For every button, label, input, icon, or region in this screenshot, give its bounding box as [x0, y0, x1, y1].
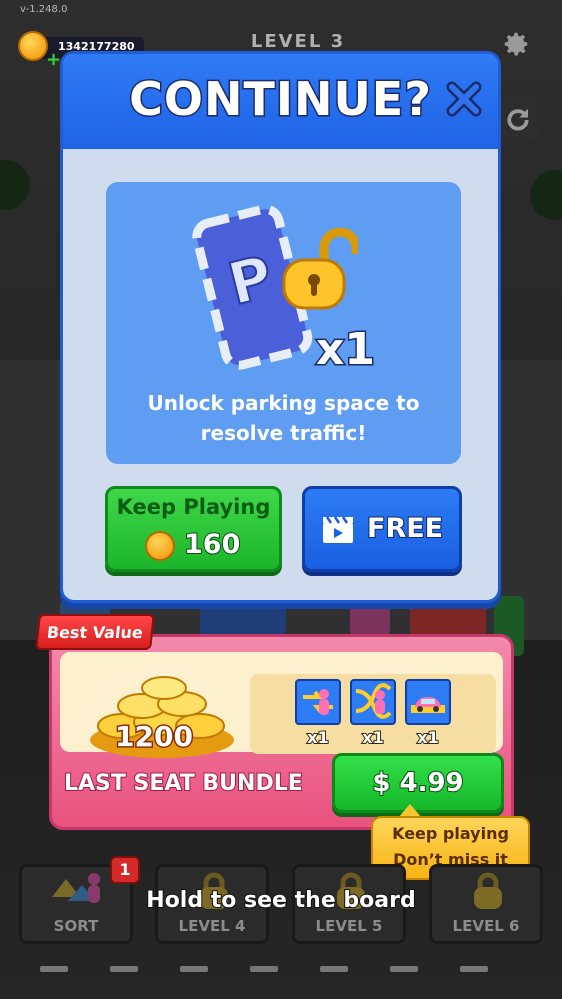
- coin-icon: [18, 31, 48, 61]
- add-coins-icon[interactable]: +: [46, 51, 61, 69]
- road-marking: [40, 966, 68, 972]
- bundle-price: $ 4.99: [371, 767, 464, 799]
- unlocked-padlock-icon: [282, 228, 358, 310]
- dialog-title: CONTINUE?: [128, 71, 433, 128]
- coin-icon: [145, 531, 175, 561]
- continue-dialog: CONTINUE? P x1 Unlock parking space to r…: [60, 51, 501, 603]
- gear-icon: [504, 32, 528, 56]
- keep-playing-label: Keep Playing: [116, 495, 271, 519]
- tooltip-line1: Keep playing: [392, 824, 509, 843]
- free-label: FREE: [366, 512, 444, 545]
- sort-label: SORT: [53, 917, 99, 935]
- close-icon: [446, 81, 482, 117]
- unlock-quantity: x1: [315, 323, 377, 377]
- bundle-coin-amount: 1200: [114, 719, 195, 755]
- keep-playing-cost: 160: [183, 528, 241, 561]
- road-marking: [460, 966, 488, 972]
- refresh-icon: [507, 108, 529, 131]
- sort-count-badge: 1: [110, 856, 140, 884]
- road-marking: [250, 966, 278, 972]
- item-quantity: x1: [416, 727, 439, 748]
- version-label: v-1.248.0: [20, 4, 68, 15]
- level-5-label: LEVEL 5: [315, 917, 383, 935]
- level-title: LEVEL 3: [250, 31, 346, 52]
- best-value-tag: Best Value: [35, 614, 155, 650]
- swap-passenger-icon: [295, 679, 341, 725]
- unlock-description-line1: Unlock parking space to: [147, 391, 420, 415]
- bundle-name: LAST SEAT BUNDLE: [63, 770, 304, 797]
- road-marking: [180, 966, 208, 972]
- last-seat-bundle-offer: 1200 x1 x1 x1 LAST SEAT BUNDLE $ 4.99: [49, 634, 514, 830]
- road-marking: [320, 966, 348, 972]
- bundle-items: x1 x1 x1: [250, 674, 496, 754]
- unlock-parking-card: P x1 Unlock parking space to resolve tra…: [106, 182, 461, 464]
- watch-ad-free-button[interactable]: FREE: [302, 486, 462, 572]
- keep-playing-button[interactable]: Keep Playing 160: [105, 486, 282, 572]
- level-6-label: LEVEL 6: [452, 917, 520, 935]
- best-value-label: Best Value: [45, 623, 144, 642]
- video-icon: [323, 516, 353, 543]
- shuffle-passenger-icon: [350, 679, 396, 725]
- unlock-description-line2: resolve traffic!: [200, 421, 367, 445]
- road-marking: [390, 966, 418, 972]
- bundle-content-panel: 1200 x1 x1 x1: [60, 652, 503, 758]
- unlock-description: Unlock parking space to resolve traffic!: [106, 388, 461, 448]
- close-button[interactable]: [443, 78, 485, 120]
- refresh-button[interactable]: [496, 98, 540, 142]
- item-quantity: x1: [361, 727, 384, 748]
- level-4-label: LEVEL 4: [178, 917, 246, 935]
- item-quantity: x1: [306, 727, 329, 748]
- hold-to-see-board-hint: Hold to see the board: [145, 887, 416, 914]
- pink-car-icon: [405, 679, 451, 725]
- road-marking: [110, 966, 138, 972]
- settings-button[interactable]: [496, 24, 536, 64]
